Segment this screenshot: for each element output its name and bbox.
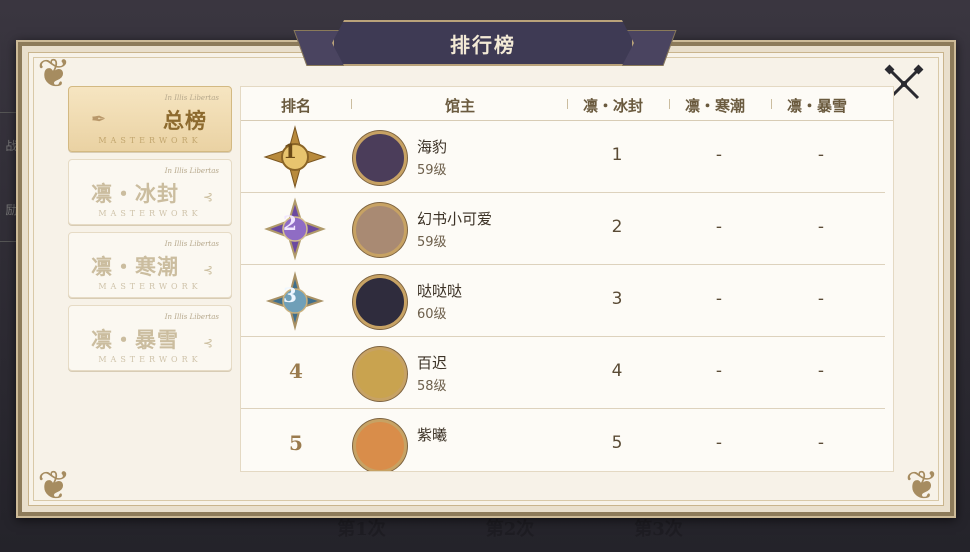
- avatar[interactable]: [353, 347, 407, 401]
- player-level: 59级: [417, 163, 447, 178]
- background-ghost-label: 第3次: [634, 519, 683, 540]
- tab-motto: In Illis Libertas: [164, 94, 219, 102]
- tab-watermark: MASTERWORK: [98, 136, 202, 145]
- score-frozen: 3: [611, 289, 623, 309]
- tab-cold-wave[interactable]: In Illis Libertas 凛・寒潮 ⊰ MASTERWORK: [68, 232, 232, 298]
- player-name: 紫曦: [417, 426, 448, 444]
- tab-label: 凛・寒潮: [91, 254, 179, 279]
- header-divider: [669, 99, 670, 109]
- score-blizzard: -: [817, 361, 825, 381]
- score-cold-wave: -: [715, 217, 723, 237]
- tab-label: 总榜: [163, 108, 207, 133]
- tab-motto: In Illis Libertas: [164, 167, 219, 175]
- score-blizzard: -: [817, 433, 825, 453]
- table-row[interactable]: 4 百迟 58级 4 - -: [241, 337, 885, 409]
- rank-number: 4: [289, 359, 303, 383]
- score-cold-wave: -: [715, 289, 723, 309]
- table-row[interactable]: 1 海豹 59级 1 - -: [241, 121, 885, 193]
- score-cold-wave: -: [715, 361, 723, 381]
- ornament-icon: ⊰: [202, 190, 213, 204]
- score-blizzard: -: [817, 145, 825, 165]
- score-frozen: 1: [611, 145, 623, 165]
- corner-ornament-icon: ❦: [37, 463, 71, 509]
- tab-label: 凛・暴雪: [91, 327, 179, 352]
- header-divider: [567, 99, 568, 109]
- table-row[interactable]: 3 哒哒哒 60级 3 - -: [241, 265, 885, 337]
- background-ghost-label: 第1次: [337, 519, 386, 540]
- player-level: 58级: [417, 379, 447, 394]
- player-name: 海豹: [417, 138, 448, 156]
- leaderboard-table[interactable]: 排名 馆主 凛・冰封 凛・寒潮 凛・暴雪 1 海豹 59级 1 - - 2 幻书…: [240, 86, 894, 472]
- score-cold-wave: -: [715, 145, 723, 165]
- tab-watermark: MASTERWORK: [98, 209, 202, 218]
- column-header-cold-wave: 凛・寒潮: [685, 97, 746, 115]
- header-divider: [351, 99, 352, 109]
- table-row[interactable]: 5 紫曦 5 - -: [241, 409, 885, 471]
- dialog-title: 排行榜: [450, 32, 516, 57]
- score-frozen: 2: [611, 217, 623, 237]
- background-ghost-label: 第2次: [485, 519, 535, 540]
- column-header-blizzard: 凛・暴雪: [787, 97, 848, 115]
- avatar[interactable]: [353, 203, 407, 257]
- corner-ornament-icon: ❦: [905, 463, 939, 509]
- score-blizzard: -: [817, 289, 825, 309]
- score-blizzard: -: [817, 217, 825, 237]
- player-name: 百迟: [417, 354, 448, 372]
- avatar[interactable]: [353, 131, 407, 185]
- ornament-icon: ⊰: [202, 336, 213, 350]
- feather-icon: ✒: [91, 109, 107, 130]
- title-banner: 排行榜: [332, 20, 634, 66]
- header-divider: [771, 99, 772, 109]
- rank-number: 3: [283, 283, 297, 307]
- tab-watermark: MASTERWORK: [98, 282, 202, 291]
- rank-number: 2: [283, 211, 297, 235]
- tab-motto: In Illis Libertas: [164, 313, 219, 321]
- tab-overall[interactable]: In Illis Libertas ✒ 总榜 MASTERWORK: [68, 86, 232, 152]
- avatar[interactable]: [353, 275, 407, 329]
- avatar[interactable]: [353, 419, 407, 471]
- player-name: 幻书小可爱: [417, 210, 493, 228]
- rank-number: 1: [283, 139, 297, 163]
- score-cold-wave: -: [715, 433, 723, 453]
- rank-number: 5: [289, 431, 303, 455]
- player-name: 哒哒哒: [417, 282, 463, 300]
- column-header-rank: 排名: [281, 97, 312, 115]
- score-frozen: 5: [611, 433, 623, 453]
- tab-frozen[interactable]: In Illis Libertas 凛・冰封 ⊰ MASTERWORK: [68, 159, 232, 225]
- category-tabs: In Illis Libertas ✒ 总榜 MASTERWORK In Ill…: [68, 86, 236, 378]
- table-header: 排名 馆主 凛・冰封 凛・寒潮 凛・暴雪: [241, 87, 893, 121]
- column-header-frozen: 凛・冰封: [583, 97, 644, 115]
- column-header-owner: 馆主: [445, 97, 476, 115]
- tab-motto: In Illis Libertas: [164, 240, 219, 248]
- tab-watermark: MASTERWORK: [98, 355, 202, 364]
- player-level: 59级: [417, 235, 447, 250]
- score-frozen: 4: [611, 361, 623, 381]
- tab-label: 凛・冰封: [91, 181, 179, 206]
- table-row[interactable]: 2 幻书小可爱 59级 2 - -: [241, 193, 885, 265]
- ornament-icon: ⊰: [202, 263, 213, 277]
- tab-blizzard[interactable]: In Illis Libertas 凛・暴雪 ⊰ MASTERWORK: [68, 305, 232, 371]
- player-level: 60级: [417, 307, 447, 322]
